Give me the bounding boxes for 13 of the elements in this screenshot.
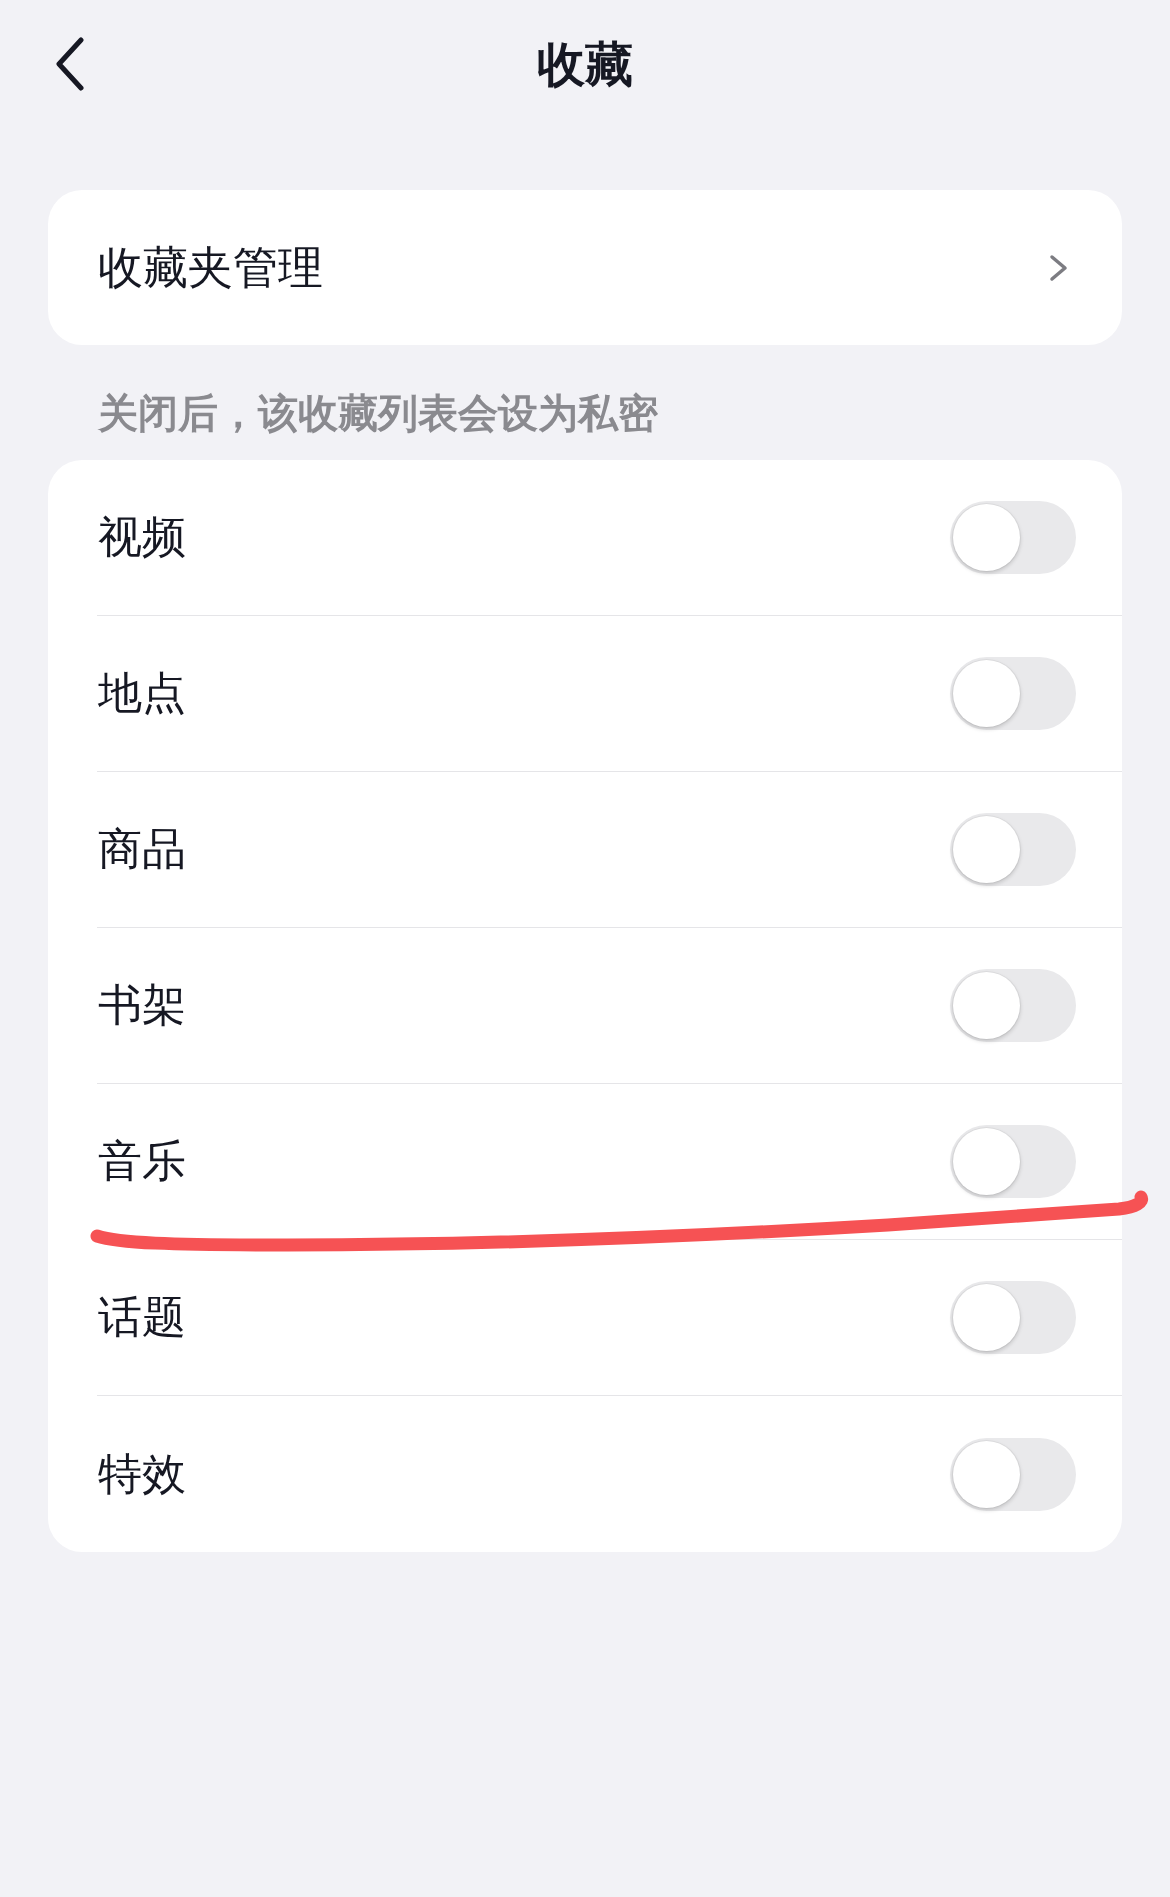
page-title: 收藏 — [537, 40, 633, 88]
chevron-right-icon — [1048, 252, 1069, 283]
category-label: 地点 — [97, 666, 186, 720]
back-button[interactable] — [55, 37, 85, 91]
hint-text: 关闭后，该收藏列表会设为私密 — [97, 393, 659, 433]
category-label: 商品 — [97, 822, 186, 876]
category-label: 音乐 — [97, 1134, 186, 1188]
chevron-left-icon — [55, 37, 85, 91]
category-label: 书架 — [97, 978, 186, 1032]
category-label: 视频 — [97, 510, 186, 564]
category-label: 话题 — [97, 1290, 186, 1344]
category-label: 特效 — [97, 1446, 186, 1501]
folder-management-item[interactable]: 收藏夹管理 — [48, 190, 1122, 345]
